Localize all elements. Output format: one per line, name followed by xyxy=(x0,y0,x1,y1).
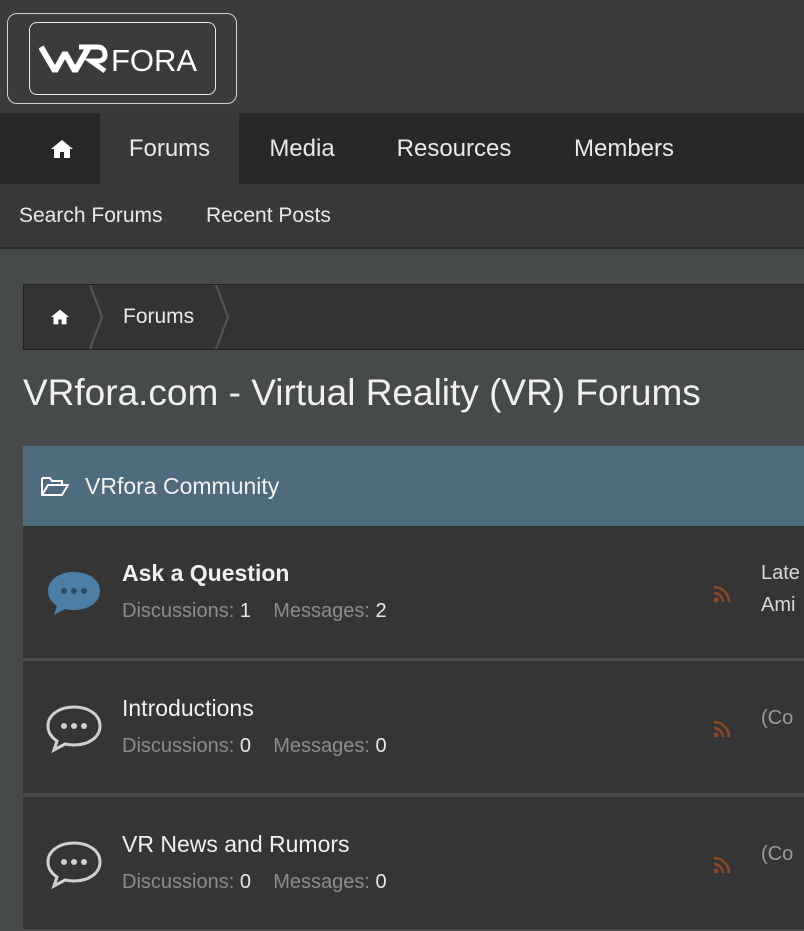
forum-row: Ask a Question Discussions: 1 Messages: … xyxy=(23,526,804,660)
forum-row: Introductions Discussions: 0 Messages: 0… xyxy=(23,661,804,795)
site-logo[interactable]: FORA xyxy=(29,22,216,95)
rss-icon[interactable] xyxy=(712,855,732,875)
folder-open-icon xyxy=(40,474,70,498)
category-title: VRfora Community xyxy=(85,472,280,499)
main-nav: Forums Media Resources Members xyxy=(0,113,804,184)
rss-icon[interactable] xyxy=(712,719,732,739)
discussions-count: 1 xyxy=(239,600,251,622)
nav-home[interactable] xyxy=(23,113,100,184)
latest-post-none: (Co xyxy=(761,707,794,729)
forum-stats: Discussions: 0 Messages: 0 xyxy=(122,735,387,758)
forum-title[interactable]: VR News and Rumors xyxy=(122,831,350,858)
discussions-label: Discussions: xyxy=(122,871,235,893)
forum-stats: Discussions: 0 Messages: 0 xyxy=(122,871,387,894)
category-header[interactable]: VRfora Community xyxy=(23,446,804,526)
forum-title[interactable]: Ask a Question xyxy=(122,560,289,587)
discussions-label: Discussions: xyxy=(122,735,235,757)
messages-label: Messages: xyxy=(273,871,370,893)
forum-title[interactable]: Introductions xyxy=(122,695,254,722)
breadcrumb-home[interactable] xyxy=(24,285,96,349)
latest-post-label: Late xyxy=(761,562,800,584)
home-icon xyxy=(50,139,73,158)
nav-resources[interactable]: Resources xyxy=(370,113,538,184)
rss-icon[interactable] xyxy=(712,584,732,604)
subnav-search-forums[interactable]: Search Forums xyxy=(19,184,163,247)
latest-post-author[interactable]: Ami xyxy=(761,594,795,617)
home-icon xyxy=(51,309,69,325)
logo-text: FORA xyxy=(111,43,197,78)
page-title: VRfora.com - Virtual Reality (VR) Forums xyxy=(23,372,701,413)
latest-post-none: (Co xyxy=(761,843,794,865)
messages-count: 2 xyxy=(375,600,387,622)
site-header: FORA xyxy=(0,0,804,113)
chat-bubble-icon xyxy=(46,705,102,753)
sub-nav: Search Forums Recent Posts xyxy=(0,184,804,249)
discussions-label: Discussions: xyxy=(122,600,235,622)
chat-bubble-icon xyxy=(46,841,102,889)
breadcrumb-separator-icon xyxy=(89,285,104,349)
nav-media[interactable]: Media xyxy=(244,113,360,184)
nav-forums[interactable]: Forums xyxy=(100,113,239,184)
nav-members[interactable]: Members xyxy=(548,113,700,184)
breadcrumb: Forums xyxy=(23,284,804,350)
logo-mark: FORA xyxy=(38,43,197,78)
forum-stats: Discussions: 1 Messages: 2 xyxy=(122,600,387,623)
breadcrumb-forums[interactable]: Forums xyxy=(123,285,194,349)
messages-count: 0 xyxy=(375,871,387,893)
discussions-count: 0 xyxy=(239,735,251,757)
messages-label: Messages: xyxy=(273,600,370,622)
forum-row: VR News and Rumors Discussions: 0 Messag… xyxy=(23,797,804,931)
messages-count: 0 xyxy=(375,735,387,757)
subnav-recent-posts[interactable]: Recent Posts xyxy=(206,184,331,247)
discussions-count: 0 xyxy=(239,871,251,893)
messages-label: Messages: xyxy=(273,735,370,757)
chat-bubble-unread-icon xyxy=(48,572,100,615)
breadcrumb-separator-icon xyxy=(215,285,230,349)
